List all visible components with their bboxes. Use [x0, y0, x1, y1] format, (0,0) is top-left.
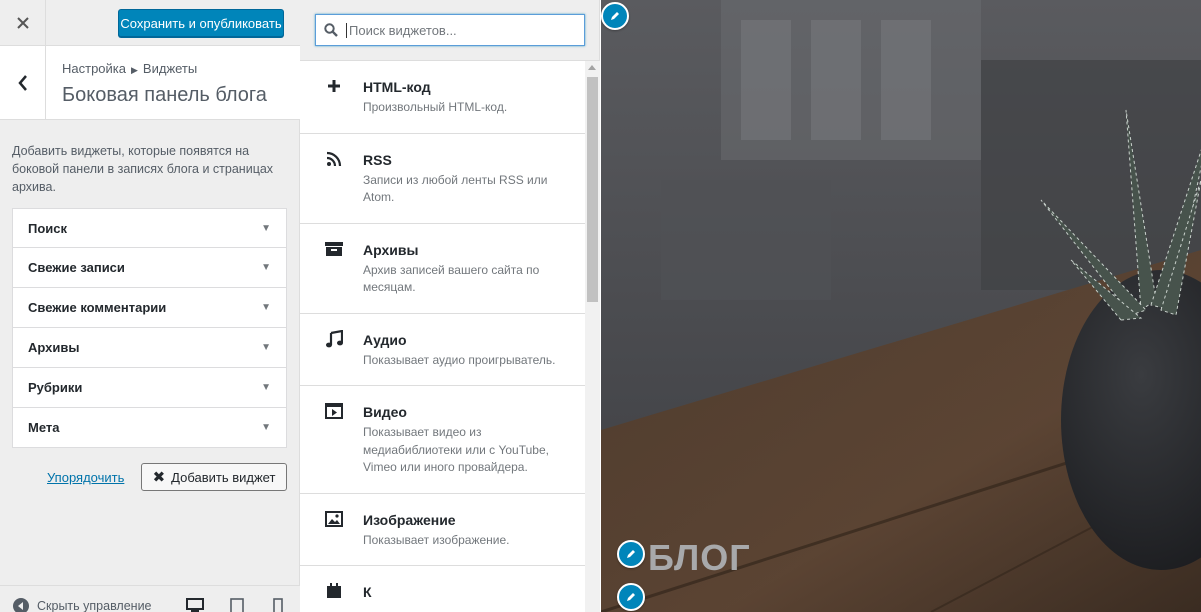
sidebar-widget-list: Поиск ▼ Свежие записи ▼ Свежие комментарии… — [12, 208, 287, 448]
caret-down-icon: ▼ — [261, 222, 271, 234]
widgets-scrollbar[interactable] — [585, 61, 600, 612]
collapse-icon — [13, 598, 29, 612]
search-icon — [316, 23, 346, 37]
widget-item-categories[interactable]: Рубрики ▼ — [12, 368, 287, 408]
available-widget-image[interactable]: Изображение Показывает изображение. — [300, 494, 585, 566]
save-publish-button[interactable]: Сохранить и опубликовать — [118, 9, 284, 37]
widget-description: Записи из любой ленты RSS или Atom. — [363, 172, 548, 205]
widget-item-recent-posts[interactable]: Свежие записи ▼ — [12, 248, 287, 288]
widget-item-label: Мета — [28, 420, 60, 435]
caret-down-icon: ▼ — [261, 422, 271, 433]
close-button[interactable] — [0, 0, 46, 46]
available-widget-list: HTML-код Произвольный HTML-код. RSS Запи… — [300, 61, 585, 612]
desktop-preview-icon[interactable] — [186, 598, 204, 612]
widget-search-area — [300, 0, 599, 61]
pencil-icon — [627, 593, 635, 601]
caret-down-icon: ▼ — [261, 382, 271, 393]
tablet-preview-icon[interactable] — [230, 598, 244, 612]
section-header: Настройка ▶ Виджеты Боковая панель блога — [0, 46, 300, 120]
edit-header-shortcut[interactable] — [601, 2, 629, 30]
close-icon: ✖ — [152, 469, 166, 486]
widget-description: Произвольный HTML-код. — [363, 100, 508, 114]
widget-title: Видео — [363, 404, 407, 420]
widget-item-meta[interactable]: Мета ▼ — [12, 408, 287, 448]
close-icon — [16, 17, 29, 29]
widget-item-search[interactable]: Поиск ▼ — [12, 208, 287, 248]
mobile-preview-icon[interactable] — [273, 598, 283, 612]
plus-icon — [323, 75, 345, 97]
caret-down-icon: ▼ — [261, 302, 271, 313]
customizer-footer: Скрыть управление — [0, 585, 300, 612]
available-widget-archives[interactable]: Архивы Архив записей вашего сайта по мес… — [300, 224, 585, 314]
widget-search-input[interactable] — [346, 22, 576, 38]
music-icon — [323, 328, 345, 350]
site-title[interactable]: БЛОГ — [648, 537, 751, 579]
widget-title: Аудио — [363, 331, 407, 348]
caret-down-icon: ▼ — [261, 262, 271, 273]
calendar-icon — [323, 580, 345, 602]
widget-title: Архивы — [363, 241, 419, 258]
rss-icon — [323, 148, 345, 170]
archive-icon — [323, 238, 345, 260]
widget-title: HTML-код — [363, 79, 431, 95]
widget-item-archives[interactable]: Архивы ▼ — [12, 328, 287, 368]
section-description: Добавить виджеты, которые появятся на бо… — [12, 144, 274, 194]
pencil-icon — [627, 550, 635, 558]
breadcrumb-separator-icon: ▶ — [131, 65, 138, 75]
widget-item-label: Архивы — [28, 340, 80, 355]
chevron-left-icon — [17, 74, 27, 91]
widget-description: Показывает видео из медиабиблиотеки или … — [363, 425, 549, 474]
widget-item-label: Свежие комментарии — [28, 300, 167, 315]
widget-description: Архив записей вашего сайта по месяцам. — [363, 262, 540, 295]
widget-description: Показывает аудио проигрыватель. — [363, 352, 556, 367]
available-widgets-panel: HTML-код Произвольный HTML-код. RSS Запи… — [300, 0, 600, 612]
available-widget-video[interactable]: Видео Показывает видео из медиабиблиотек… — [300, 386, 585, 494]
widget-title: RSS — [363, 151, 392, 168]
available-widget-calendar[interactable]: К — [300, 566, 585, 612]
back-button[interactable] — [0, 46, 46, 119]
scroll-up-icon[interactable] — [588, 65, 596, 70]
widget-item-label: Рубрики — [28, 380, 83, 395]
image-icon — [323, 508, 345, 530]
widget-title: Изображение — [363, 511, 456, 528]
caret-down-icon: ▼ — [261, 342, 271, 353]
pencil-icon — [611, 12, 619, 20]
widget-description: Показывает изображение. — [363, 532, 510, 547]
edit-site-title-shortcut[interactable] — [617, 540, 645, 568]
hide-controls-label: Скрыть управление — [37, 599, 152, 612]
preview-background-image — [601, 0, 1201, 612]
reorder-link[interactable]: Упорядочить — [47, 470, 124, 485]
site-preview: БЛОГ — [601, 0, 1201, 612]
breadcrumb-root: Настройка — [62, 61, 126, 76]
edit-tagline-shortcut[interactable] — [617, 583, 645, 611]
hide-controls-button[interactable]: Скрыть управление — [13, 598, 152, 612]
widget-title: К — [363, 584, 372, 600]
scrollbar-thumb[interactable] — [587, 77, 598, 302]
video-icon — [323, 400, 345, 422]
customizer-panel: Сохранить и опубликовать Настройка ▶ Видже… — [0, 0, 300, 612]
widget-item-recent-comments[interactable]: Свежие комментарии ▼ — [12, 288, 287, 328]
breadcrumb: Настройка ▶ Виджеты — [62, 61, 197, 76]
add-widget-label: Добавить виджет — [171, 469, 276, 485]
available-widget-html[interactable]: HTML-код Произвольный HTML-код. — [300, 61, 585, 134]
available-widget-rss[interactable]: RSS Записи из любой ленты RSS или Atom. — [300, 134, 585, 224]
available-widget-audio[interactable]: Аудио Показывает аудио проигрыватель. — [300, 314, 585, 386]
widget-item-label: Свежие записи — [28, 260, 125, 275]
widget-search-box — [315, 14, 585, 46]
widget-item-label: Поиск — [28, 220, 68, 236]
customizer-header: Сохранить и опубликовать — [0, 0, 300, 46]
section-title: Боковая панель блога — [62, 84, 267, 106]
add-widget-button[interactable]: ✖ Добавить виджет — [141, 463, 287, 491]
breadcrumb-child: Виджеты — [142, 61, 198, 76]
